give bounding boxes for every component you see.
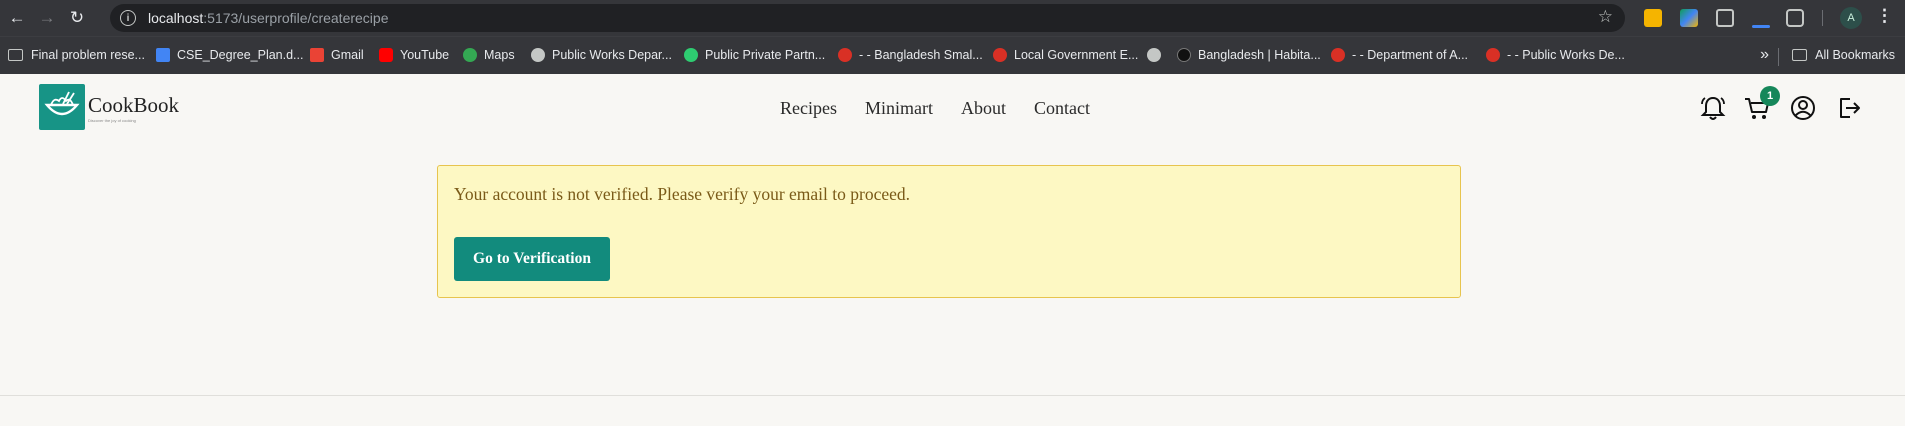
toolbar-divider bbox=[1822, 10, 1823, 26]
habitat-icon bbox=[1177, 48, 1191, 62]
brand-tagline: Discover the joy of cooking bbox=[88, 118, 136, 123]
nav-about[interactable]: About bbox=[961, 98, 1006, 119]
bookmark-item[interactable]: Bangladesh | Habita... bbox=[1177, 48, 1321, 62]
bookmark-item[interactable]: Public Works Depar... bbox=[531, 48, 672, 62]
bookmarks-divider bbox=[1778, 48, 1779, 66]
reload-icon[interactable]: ↻ bbox=[64, 5, 90, 31]
site-info-icon[interactable]: i bbox=[120, 10, 136, 26]
all-bookmarks-button[interactable]: All Bookmarks bbox=[1792, 48, 1895, 62]
chrome-menu-icon[interactable]: ⋮ bbox=[1876, 6, 1893, 26]
brand-name[interactable]: CookBook bbox=[88, 93, 179, 118]
nav-minimart[interactable]: Minimart bbox=[865, 98, 933, 119]
nav-recipes[interactable]: Recipes bbox=[780, 98, 837, 119]
user-account-icon[interactable] bbox=[1789, 94, 1817, 122]
bookmark-item[interactable]: Local Government E... bbox=[993, 48, 1138, 62]
extensions-puzzle-icon[interactable] bbox=[1786, 9, 1804, 27]
bookmark-item[interactable]: YouTube bbox=[379, 48, 449, 62]
url-text[interactable]: localhost:5173/userprofile/createrecipe bbox=[148, 10, 389, 26]
drive-extension-icon[interactable] bbox=[1680, 9, 1698, 27]
logout-icon[interactable] bbox=[1834, 94, 1862, 122]
globe-icon bbox=[531, 48, 545, 62]
go-to-verification-button[interactable]: Go to Verification bbox=[454, 237, 610, 281]
more-bookmarks-icon[interactable]: » bbox=[1760, 46, 1769, 64]
bd-gov-icon bbox=[1331, 48, 1345, 62]
bookmark-item[interactable]: - - Department of A... bbox=[1331, 48, 1468, 62]
bd-gov-icon bbox=[993, 48, 1007, 62]
verification-alert: Your account is not verified. Please ver… bbox=[437, 165, 1461, 298]
picture-in-picture-icon[interactable] bbox=[1716, 9, 1734, 27]
back-icon[interactable]: ← bbox=[4, 5, 30, 31]
cart-count-badge: 1 bbox=[1760, 86, 1780, 106]
bookmark-item[interactable]: Maps bbox=[463, 48, 515, 62]
verification-message: Your account is not verified. Please ver… bbox=[454, 184, 911, 204]
folder-icon bbox=[8, 49, 23, 61]
bookmark-item[interactable]: Gmail bbox=[310, 48, 364, 62]
bookmark-item[interactable] bbox=[1147, 48, 1168, 62]
docs-icon bbox=[156, 48, 170, 62]
bookmark-item[interactable]: Public Private Partn... bbox=[684, 48, 825, 62]
youtube-icon bbox=[379, 48, 393, 62]
folder-icon bbox=[1792, 49, 1808, 61]
bookmark-item[interactable]: - - Bangladesh Smal... bbox=[838, 48, 983, 62]
profile-avatar[interactable]: A bbox=[1840, 7, 1862, 29]
browser-toolbar: ← → ↻ i localhost:5173/userprofile/creat… bbox=[0, 0, 1905, 36]
globe-icon bbox=[1147, 48, 1161, 62]
site-header: CookBook Discover the joy of cooking Rec… bbox=[0, 74, 1905, 142]
bd-gov-icon bbox=[1486, 48, 1500, 62]
forward-icon[interactable]: → bbox=[34, 5, 60, 31]
bookmark-item[interactable]: Final problem rese... bbox=[8, 48, 145, 62]
address-bar[interactable]: i localhost:5173/userprofile/createrecip… bbox=[110, 4, 1625, 32]
footer-divider bbox=[0, 395, 1905, 396]
logo-icon[interactable] bbox=[39, 84, 85, 130]
extension-icon[interactable] bbox=[1752, 25, 1770, 28]
bd-gov-icon bbox=[838, 48, 852, 62]
maps-icon bbox=[463, 48, 477, 62]
bookmark-item[interactable]: - - Public Works De... bbox=[1486, 48, 1625, 62]
keep-extension-icon[interactable] bbox=[1644, 9, 1662, 27]
bookmarks-bar: Final problem rese... CSE_Degree_Plan.d.… bbox=[0, 36, 1905, 74]
bookmark-item[interactable]: CSE_Degree_Plan.d... bbox=[156, 48, 303, 62]
gmail-icon bbox=[310, 48, 324, 62]
ppp-icon bbox=[684, 48, 698, 62]
bookmark-star-icon[interactable]: ☆ bbox=[1598, 7, 1613, 27]
bell-icon[interactable] bbox=[1699, 94, 1727, 122]
nav-contact[interactable]: Contact bbox=[1034, 98, 1090, 119]
main-nav: Recipes Minimart About Contact bbox=[780, 98, 1090, 119]
